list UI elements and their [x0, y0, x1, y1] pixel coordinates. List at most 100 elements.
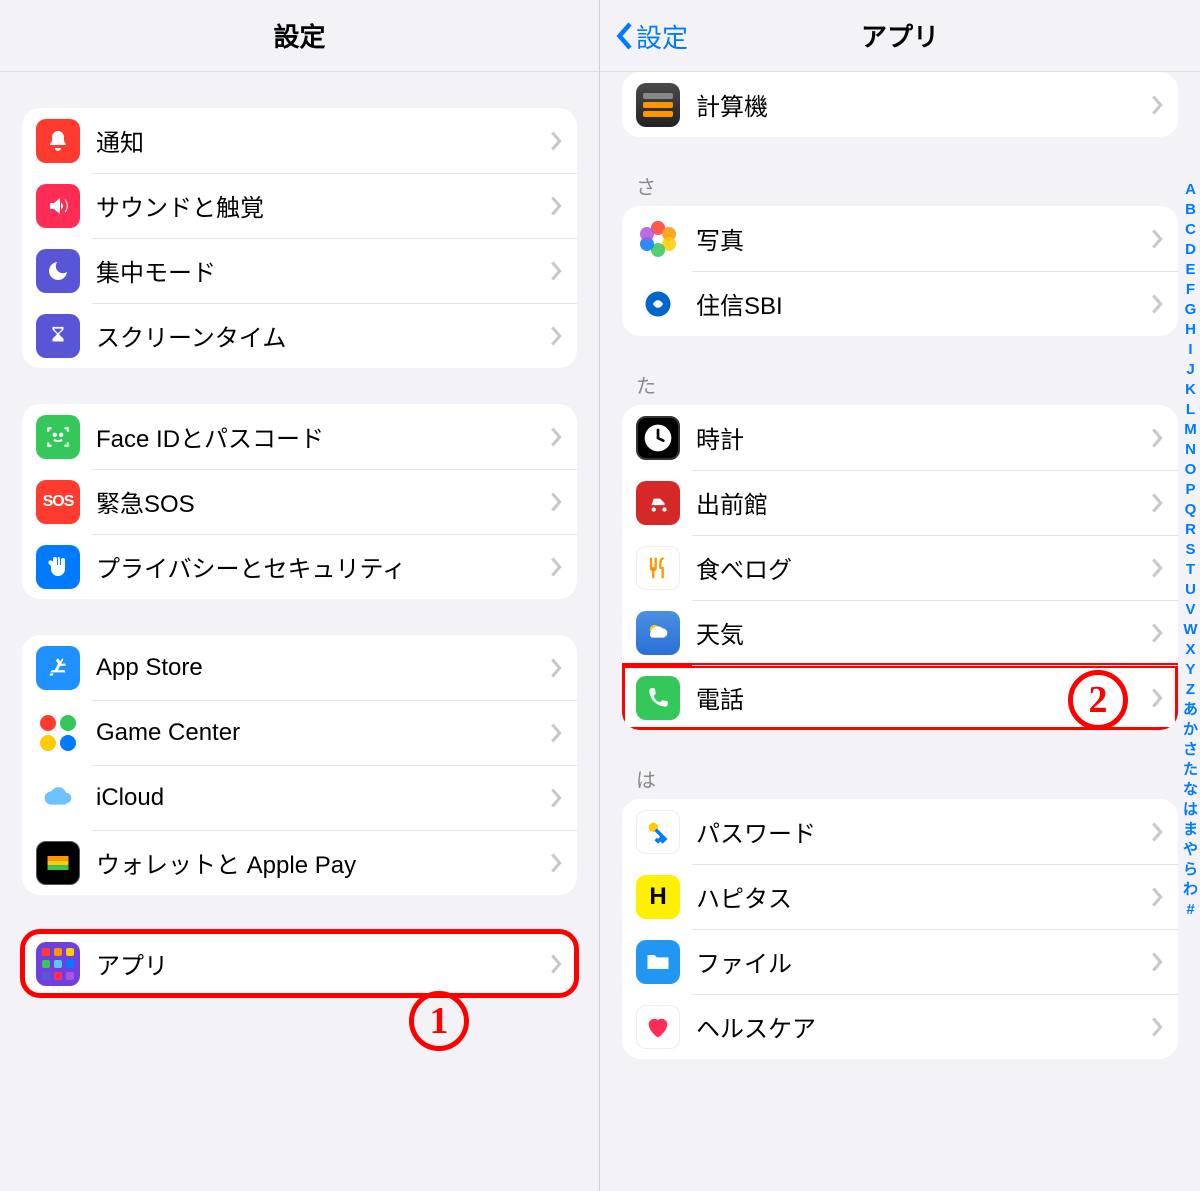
- index-letter[interactable]: ら: [1183, 860, 1198, 880]
- row-health[interactable]: ヘルスケア: [622, 994, 1178, 1059]
- chevron-right-icon: [549, 953, 563, 975]
- chevron-right-icon: [549, 657, 563, 679]
- speaker-icon: [36, 184, 80, 228]
- index-letter[interactable]: わ: [1183, 880, 1198, 900]
- key-icon: [636, 810, 680, 854]
- index-letter[interactable]: G: [1185, 300, 1197, 320]
- index-letter[interactable]: U: [1185, 580, 1196, 600]
- row-wallet[interactable]: ウォレットと Apple Pay: [22, 830, 577, 895]
- faceid-icon: [36, 415, 80, 459]
- index-letter[interactable]: か: [1183, 720, 1198, 740]
- sbi-icon: [636, 282, 680, 326]
- index-letter[interactable]: O: [1185, 460, 1197, 480]
- apps-group-sa: 写真 住信SBI: [622, 206, 1178, 336]
- row-gamecenter[interactable]: Game Center: [22, 700, 577, 765]
- row-sound[interactable]: サウンドと触覚: [22, 173, 577, 238]
- index-letter[interactable]: I: [1188, 340, 1192, 360]
- settings-screen: 設定 通知 サウンドと触覚 集中モード: [0, 0, 600, 1191]
- index-letter[interactable]: D: [1185, 240, 1196, 260]
- index-letter[interactable]: T: [1186, 560, 1195, 580]
- apps-content: 計算機 さ 写真: [600, 72, 1200, 1089]
- index-letter[interactable]: Z: [1186, 680, 1195, 700]
- index-letter[interactable]: K: [1185, 380, 1196, 400]
- index-letter[interactable]: C: [1185, 220, 1196, 240]
- row-apps[interactable]: アプリ: [22, 931, 577, 996]
- index-letter[interactable]: や: [1183, 840, 1198, 860]
- row-hapitas[interactable]: H ハピタス: [622, 864, 1178, 929]
- clock-icon: [636, 416, 680, 460]
- row-calculator[interactable]: 計算機: [622, 72, 1178, 137]
- index-letter[interactable]: あ: [1183, 700, 1198, 720]
- hourglass-icon: [36, 314, 80, 358]
- index-letter[interactable]: さ: [1183, 740, 1198, 760]
- chevron-right-icon: [1150, 492, 1164, 514]
- folder-icon: [636, 940, 680, 984]
- row-sbi[interactable]: 住信SBI: [622, 271, 1178, 336]
- chevron-left-icon: [614, 21, 634, 51]
- row-screentime[interactable]: スクリーンタイム: [22, 303, 577, 368]
- index-letter[interactable]: Y: [1185, 660, 1195, 680]
- row-label: サウンドと触覚: [96, 188, 549, 223]
- header: 設定 アプリ: [600, 0, 1200, 72]
- index-letter[interactable]: F: [1186, 280, 1195, 300]
- row-label: 通知: [96, 123, 549, 158]
- row-passwords[interactable]: パスワード: [622, 799, 1178, 864]
- index-letter[interactable]: B: [1185, 200, 1196, 220]
- index-letter[interactable]: ま: [1183, 820, 1198, 840]
- row-icloud[interactable]: iCloud: [22, 765, 577, 830]
- row-label: Game Center: [96, 719, 549, 747]
- index-letter[interactable]: H: [1185, 320, 1196, 340]
- row-tabelog[interactable]: 食べログ: [622, 535, 1178, 600]
- header: 設定: [0, 0, 599, 72]
- index-letter[interactable]: E: [1185, 260, 1195, 280]
- row-focus[interactable]: 集中モード: [22, 238, 577, 303]
- index-letter[interactable]: な: [1183, 780, 1198, 800]
- apps-grid-icon: [36, 942, 80, 986]
- row-files[interactable]: ファイル: [622, 929, 1178, 994]
- row-privacy[interactable]: プライバシーとセキュリティ: [22, 534, 577, 599]
- chevron-right-icon: [549, 491, 563, 513]
- index-letter[interactable]: #: [1186, 900, 1194, 920]
- index-letter[interactable]: た: [1183, 760, 1198, 780]
- index-letter[interactable]: V: [1185, 600, 1195, 620]
- row-clock[interactable]: 時計: [622, 405, 1178, 470]
- row-weather[interactable]: 天気: [622, 600, 1178, 665]
- chevron-right-icon: [1150, 622, 1164, 644]
- hand-icon: [36, 545, 80, 589]
- row-faceid[interactable]: Face IDとパスコード: [22, 404, 577, 469]
- index-letter[interactable]: J: [1186, 360, 1194, 380]
- apps-top-group: 計算機: [622, 72, 1178, 137]
- row-label: Face IDとパスコード: [96, 419, 549, 454]
- index-letter[interactable]: Q: [1185, 500, 1197, 520]
- section-header-sa: さ: [622, 137, 1178, 206]
- row-label: 写真: [696, 221, 1150, 256]
- row-sos[interactable]: SOS 緊急SOS: [22, 469, 577, 534]
- back-button[interactable]: 設定: [614, 0, 688, 72]
- index-letter[interactable]: P: [1185, 480, 1195, 500]
- chevron-right-icon: [1150, 557, 1164, 579]
- row-label: 時計: [696, 420, 1150, 455]
- row-demaekan[interactable]: 出前館: [622, 470, 1178, 535]
- weather-icon: [636, 611, 680, 655]
- chevron-right-icon: [1150, 687, 1164, 709]
- index-letter[interactable]: A: [1185, 180, 1196, 200]
- row-photos[interactable]: 写真: [622, 206, 1178, 271]
- index-letter[interactable]: S: [1185, 540, 1195, 560]
- settings-group-apps: アプリ: [22, 931, 577, 996]
- row-appstore[interactable]: App Store: [22, 635, 577, 700]
- index-letter[interactable]: X: [1185, 640, 1195, 660]
- index-letter[interactable]: L: [1186, 400, 1195, 420]
- alphabet-index[interactable]: ABCDEFGHIJKLMNOPQRSTUVWXYZあかさたなはまやらわ#: [1183, 180, 1198, 920]
- index-letter[interactable]: N: [1185, 440, 1196, 460]
- index-letter[interactable]: W: [1183, 620, 1197, 640]
- calculator-icon: [636, 83, 680, 127]
- appstore-icon: [36, 646, 80, 690]
- row-label: パスワード: [696, 814, 1150, 849]
- index-letter[interactable]: M: [1184, 420, 1197, 440]
- heart-icon: [636, 1005, 680, 1049]
- chevron-right-icon: [1150, 94, 1164, 116]
- row-notifications[interactable]: 通知: [22, 108, 577, 173]
- index-letter[interactable]: は: [1183, 800, 1198, 820]
- index-letter[interactable]: R: [1185, 520, 1196, 540]
- chevron-right-icon: [549, 722, 563, 744]
